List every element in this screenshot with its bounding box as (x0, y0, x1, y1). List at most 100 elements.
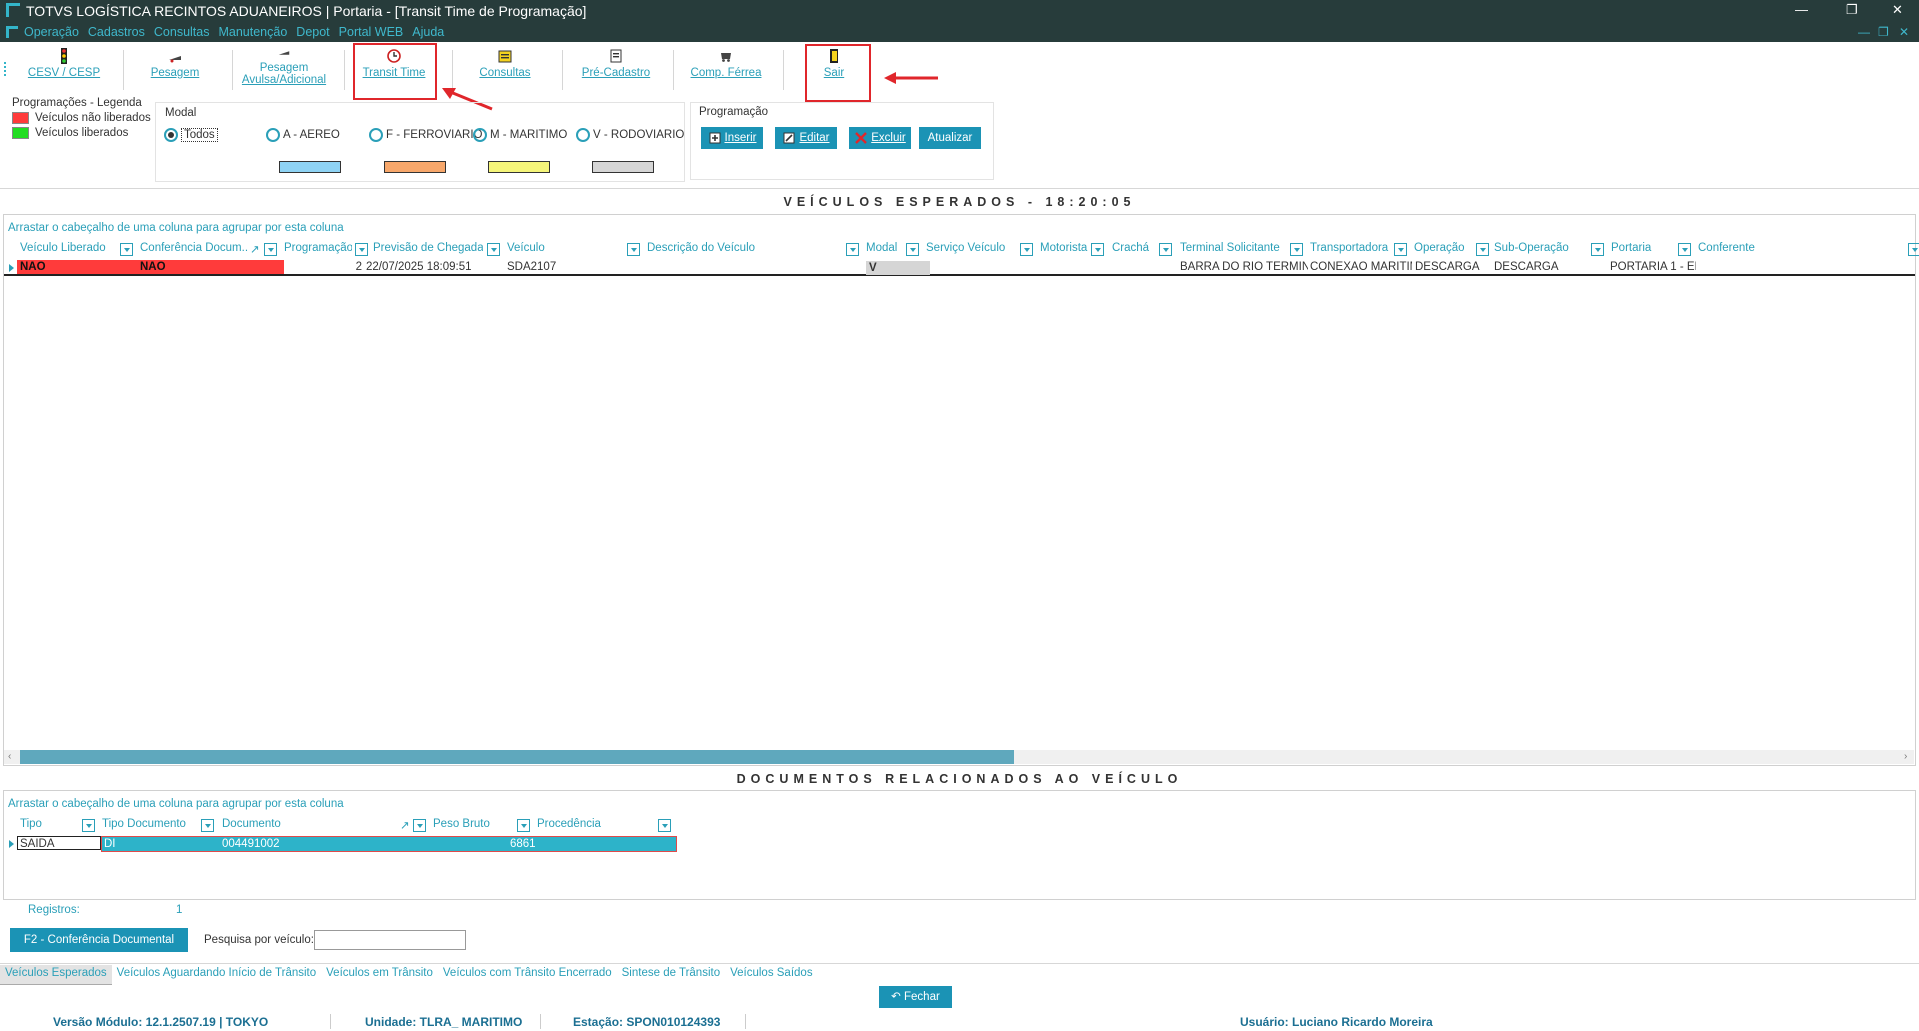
col-modal[interactable]: Modal (866, 242, 904, 258)
cell-procedencia[interactable]: 6861 (510, 837, 570, 851)
toolbar-grip[interactable] (4, 62, 6, 76)
col-veiculo-liberado[interactable]: Veículo Liberado (20, 242, 118, 258)
col-tipo[interactable]: Tipo (20, 818, 80, 834)
filter-dropdown-icon[interactable] (627, 243, 640, 256)
menu-depot[interactable]: Depot (296, 25, 329, 39)
col-programacao[interactable]: Programação (284, 242, 352, 258)
tab-transito-encerrado[interactable]: Veículos com Trânsito Encerrado (438, 965, 617, 985)
radio-rodoviario[interactable]: V - RODOVIARIO (576, 128, 684, 142)
menu-portal-web[interactable]: Portal WEB (339, 25, 404, 39)
cell-liberado[interactable]: NAO (17, 260, 122, 274)
esperados-row[interactable]: NAO NAO 2 22/07/2025 18:09:51 SDA2107 V … (4, 260, 1915, 276)
filter-dropdown-icon[interactable] (1678, 243, 1691, 256)
cell-sub-operacao[interactable]: DESCARGA (1494, 260, 1604, 274)
radio-circle[interactable] (576, 128, 590, 142)
filter-dropdown-icon[interactable] (355, 243, 368, 256)
tab-em-transito[interactable]: Veículos em Trânsito (321, 965, 438, 985)
tab-veiculos-saidos[interactable]: Veículos Saídos (725, 965, 817, 985)
pesagem-avulsa-button[interactable]: Pesagem Avulsa/Adicional (240, 46, 328, 92)
col-tipo-documento[interactable]: Tipo Documento (102, 818, 202, 834)
col-sub-operacao[interactable]: Sub-Operação (1494, 242, 1590, 258)
cesv-button[interactable]: CESV / CESP (22, 48, 106, 94)
tab-veiculos-esperados[interactable]: Veículos Esperados (0, 965, 112, 985)
col-transportadora[interactable]: Transportadora (1310, 242, 1394, 258)
mdi-restore-icon[interactable]: ❐ (1878, 25, 1889, 39)
documentos-row[interactable]: SAIDA DI 004491002 6861 (4, 836, 677, 852)
filter-dropdown-icon[interactable] (906, 243, 919, 256)
minimize-icon[interactable]: — (1795, 2, 1808, 17)
col-operacao[interactable]: Operação (1414, 242, 1476, 258)
col-terminal-solicitante[interactable]: Terminal Solicitante (1180, 242, 1288, 258)
col-previsao[interactable]: Previsão de Chegada (373, 242, 483, 258)
tab-aguardando-inicio[interactable]: Veículos Aguardando Início de Trânsito (112, 965, 321, 985)
editar-button[interactable]: Editar (775, 127, 837, 149)
menu-manutencao[interactable]: Manutenção (218, 25, 287, 39)
col-motorista[interactable]: Motorista (1040, 242, 1092, 258)
filter-dropdown-icon[interactable] (413, 819, 426, 832)
col-conferente[interactable]: Conferente (1698, 242, 1798, 258)
radio-circle[interactable] (473, 128, 487, 142)
col-cracha[interactable]: Crachá (1112, 242, 1158, 258)
radio-circle[interactable] (369, 128, 383, 142)
menu-cadastros[interactable]: Cadastros (88, 25, 145, 39)
comp-ferrea-button[interactable]: Comp. Férrea (686, 48, 766, 94)
cell-previsao[interactable]: 22/07/2025 18:09:51 (366, 260, 496, 274)
filter-dropdown-icon[interactable] (846, 243, 859, 256)
filter-dropdown-icon[interactable] (517, 819, 530, 832)
filter-dropdown-icon[interactable] (1290, 243, 1303, 256)
filter-dropdown-icon[interactable] (82, 819, 95, 832)
horizontal-scrollbar[interactable]: ‹ › (4, 750, 1914, 764)
filter-dropdown-icon[interactable] (201, 819, 214, 832)
cell-veiculo[interactable]: SDA2107 (507, 260, 627, 274)
cell-programacao[interactable]: 2 (284, 260, 364, 274)
filter-dropdown-icon[interactable] (1091, 243, 1104, 256)
pesquisa-veiculo-input[interactable] (314, 930, 466, 950)
col-portaria[interactable]: Portaria (1611, 242, 1677, 258)
cell-operacao[interactable]: DESCARGA (1415, 260, 1495, 274)
close-icon[interactable]: ✕ (1892, 2, 1903, 18)
tab-sintese-transito[interactable]: Sintese de Trânsito (617, 965, 725, 985)
cell-transportadora[interactable]: CONEXAO MARITIM (1310, 260, 1412, 274)
filter-dropdown-icon[interactable] (1020, 243, 1033, 256)
radio-circle[interactable] (164, 128, 178, 142)
cell-tipo-documento[interactable]: DI (104, 837, 204, 851)
conferencia-documental-button[interactable]: F2 - Conferência Documental (10, 928, 188, 952)
menu-consultas[interactable]: Consultas (154, 25, 210, 39)
radio-ferroviario[interactable]: F - FERROVIARIO (369, 128, 482, 142)
cell-terminal[interactable]: BARRA DO RIO TERMINA (1180, 260, 1308, 274)
radio-circle[interactable] (266, 128, 280, 142)
filter-dropdown-icon[interactable] (1908, 243, 1919, 256)
mdi-minimize-icon[interactable]: — (1858, 25, 1870, 39)
cell-tipo[interactable]: SAIDA (17, 836, 101, 850)
pre-cadastro-button[interactable]: Pré-Cadastro (574, 48, 658, 94)
radio-maritimo[interactable]: M - MARITIMO (473, 128, 567, 142)
scroll-right-icon[interactable]: › (1904, 751, 1907, 762)
atualizar-button[interactable]: Atualizar (919, 127, 981, 149)
col-servico-veiculo[interactable]: Serviço Veículo (926, 242, 1018, 258)
filter-dropdown-icon[interactable] (1476, 243, 1489, 256)
menu-operacao[interactable]: Operação (24, 25, 79, 39)
col-procedencia[interactable]: Procedência (537, 818, 647, 834)
pesagem-button[interactable]: Pesagem (140, 48, 210, 94)
filter-dropdown-icon[interactable] (120, 243, 133, 256)
radio-todos[interactable]: Todos (164, 128, 218, 142)
cell-modal[interactable]: V (866, 261, 930, 275)
filter-dropdown-icon[interactable] (1159, 243, 1172, 256)
filter-dropdown-icon[interactable] (487, 243, 500, 256)
restore-icon[interactable]: ❐ (1846, 2, 1858, 18)
cell-portaria[interactable]: PORTARIA 1 - EN (1610, 260, 1696, 274)
radio-aereo[interactable]: A - AEREO (266, 128, 340, 142)
filter-dropdown-icon[interactable] (658, 819, 671, 832)
col-veiculo[interactable]: Veículo (507, 242, 625, 258)
col-peso-bruto[interactable]: Peso Bruto (433, 818, 513, 834)
col-conferencia[interactable]: Conferência Docum... (140, 242, 248, 258)
fechar-button[interactable]: ↶ Fechar (879, 986, 952, 1008)
scroll-left-icon[interactable]: ‹ (8, 751, 11, 762)
mdi-close-icon[interactable]: ✕ (1899, 25, 1909, 39)
col-descricao-veiculo[interactable]: Descrição do Veículo (647, 242, 843, 258)
filter-dropdown-icon[interactable] (1394, 243, 1407, 256)
inserir-button[interactable]: Inserir (701, 127, 763, 149)
cell-documento[interactable]: 004491002 (222, 837, 342, 851)
excluir-button[interactable]: Excluir (849, 127, 911, 149)
menu-ajuda[interactable]: Ajuda (412, 25, 444, 39)
